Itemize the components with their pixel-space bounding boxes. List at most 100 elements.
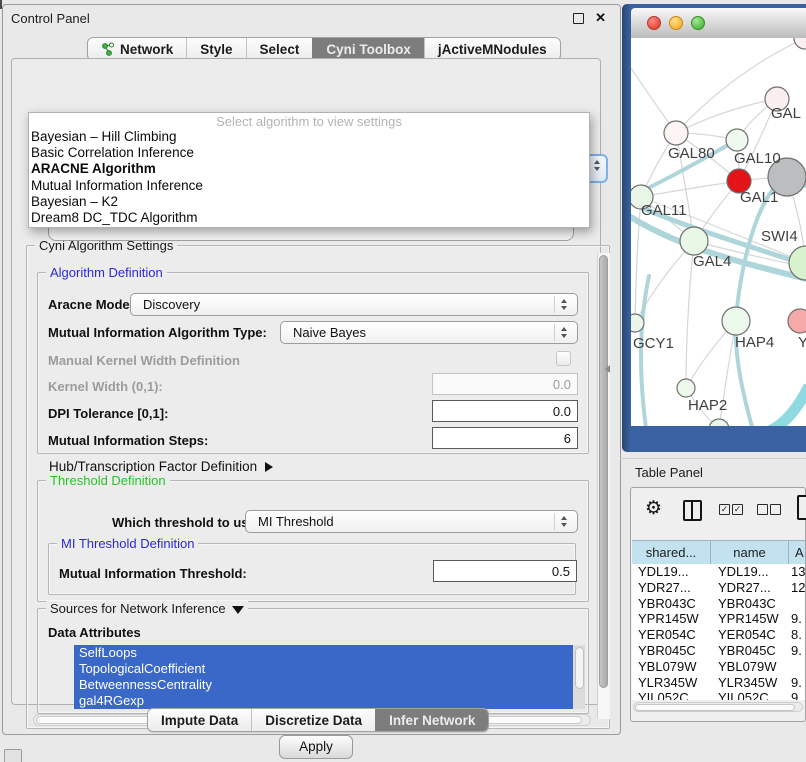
cell-value: 9	[791, 690, 805, 700]
minimized-panel-icon[interactable]	[4, 749, 22, 762]
dpi-tolerance-field[interactable]: 0.0	[432, 400, 578, 422]
scrollbar-thumb[interactable]	[599, 255, 608, 688]
node-gal80[interactable]	[664, 121, 688, 145]
checked-checkbox-icon[interactable]: ✓	[732, 504, 743, 515]
control-panel-window: Control Panel ✕ Network Style Select Cyn…	[2, 4, 621, 735]
table-row[interactable]: YIL052C YIL052C 9	[632, 690, 805, 700]
tab-impute-data[interactable]: Impute Data	[148, 709, 251, 731]
import-table-icon[interactable]	[797, 495, 806, 520]
network-window-titlebar[interactable]	[631, 8, 806, 39]
algorithm-option[interactable]: Bayesian – K2	[29, 194, 589, 210]
node-clipped-bottom[interactable]	[709, 419, 729, 426]
mi-type-value: Naive Bayes	[293, 325, 366, 340]
attribute-item[interactable]: gal4RGexp	[74, 693, 573, 709]
attribute-item[interactable]: SelfLoops	[74, 645, 573, 661]
network-view-window: GAL GAL80 GAL10 GAL1 GAL11 GAL4 SWI4 GCY…	[622, 4, 806, 452]
which-threshold-label: Which threshold to use:	[112, 515, 260, 530]
checked-checkbox-icon[interactable]: ✓	[719, 504, 730, 515]
attribute-item[interactable]: BetweennessCentrality	[74, 677, 573, 693]
node-label: Y	[798, 334, 806, 351]
node-hap2[interactable]	[677, 379, 695, 397]
tab-network[interactable]: Network	[88, 38, 186, 60]
mi-type-combo[interactable]: Naive Bayes	[280, 321, 578, 344]
apply-button[interactable]: Apply	[279, 735, 353, 759]
cell-name: YDR27...	[718, 580, 788, 596]
tab-style-label: Style	[200, 42, 232, 57]
manual-kernel-checkbox[interactable]	[556, 351, 571, 366]
cell-shared-name: YER054C	[638, 627, 708, 643]
cyni-toolbox-panel: Select algorithm to view settings Bayesi…	[11, 58, 601, 705]
sources-title[interactable]: Sources for Network Inference	[46, 601, 248, 616]
scrollbar-thumb[interactable]	[635, 704, 795, 711]
zoom-traffic-light[interactable]	[691, 16, 705, 30]
settings-vertical-scrollbar[interactable]	[597, 253, 610, 719]
algorithm-option[interactable]: Mutual Information Inference	[29, 178, 589, 194]
tab-jactivemnodules-label: jActiveMNodules	[438, 42, 547, 57]
tab-cyni-toolbox[interactable]: Cyni Toolbox	[312, 38, 424, 60]
close-window-icon[interactable]: ✕	[595, 10, 606, 26]
algorithm-option-selected[interactable]: ARACNE Algorithm	[29, 161, 589, 177]
node-gal4[interactable]	[680, 227, 708, 255]
table-row[interactable]: YBR045C YBR045C 9.	[632, 643, 805, 659]
table-row[interactable]: YBL079W YBL079W	[632, 659, 805, 675]
table-row[interactable]: YDR27... YDR27... 12	[632, 580, 805, 596]
gear-icon[interactable]: ⚙	[645, 497, 662, 520]
close-traffic-light[interactable]	[647, 16, 661, 30]
column-header-shared-name[interactable]: shared...	[632, 541, 711, 564]
table-row[interactable]: YDL19... YDL19... 13	[632, 564, 805, 580]
mi-threshold-group: MI Threshold Definition Mutual Informati…	[48, 543, 576, 595]
tab-jactivemnodules[interactable]: jActiveMNodules	[424, 38, 560, 60]
node-gal10[interactable]	[726, 129, 748, 151]
hub-definition-toggle[interactable]: Hub/Transcription Factor Definition	[49, 459, 273, 474]
mi-threshold-field[interactable]: 0.5	[433, 560, 577, 582]
cyni-bottom-tabs: Impute Data Discretize Data Infer Networ…	[147, 708, 489, 732]
cyni-algorithm-settings-group: Cyni Algorithm Settings Algorithm Defini…	[26, 245, 610, 729]
tab-select[interactable]: Select	[246, 38, 313, 60]
list-scrollbar[interactable]	[573, 645, 585, 709]
unchecked-checkbox-icon[interactable]	[770, 504, 781, 515]
float-window-icon[interactable]	[573, 13, 584, 24]
tab-infer-network[interactable]: Infer Network	[375, 709, 488, 731]
table-row[interactable]: YPR145W YPR145W 9.	[632, 611, 805, 627]
column-header-clipped[interactable]: A	[789, 541, 805, 564]
kernel-width-field[interactable]: 0.0	[432, 373, 578, 395]
minimize-traffic-light[interactable]	[669, 16, 683, 30]
node-label: GAL11	[641, 202, 687, 219]
algorithm-dropdown-popup: Select algorithm to view settings Bayesi…	[28, 112, 590, 228]
cell-value: 9.	[791, 643, 805, 659]
table-panel-title: Table Panel	[635, 465, 703, 480]
which-threshold-combo[interactable]: MI Threshold	[245, 510, 578, 533]
cell-value: 8.	[791, 627, 805, 643]
tab-discretize-data[interactable]: Discretize Data	[251, 709, 375, 731]
node-pink-y[interactable]	[788, 309, 806, 333]
algorithm-option[interactable]: Bayesian – Hill Climbing	[29, 129, 589, 145]
table-row[interactable]: YER054C YER054C 8.	[632, 627, 805, 643]
cell-value: 13	[791, 564, 805, 580]
column-header-name[interactable]: name	[711, 541, 789, 564]
cell-shared-name: YBL079W	[638, 659, 708, 675]
cell-shared-name: YIL052C	[638, 690, 708, 700]
aracne-mode-combo[interactable]: Discovery	[130, 293, 578, 316]
tab-cyni-toolbox-label: Cyni Toolbox	[326, 42, 411, 57]
table-horizontal-scrollbar[interactable]	[633, 702, 803, 712]
attribute-item[interactable]: TopologicalCoefficient	[74, 661, 573, 677]
node-hap4[interactable]	[722, 307, 750, 335]
splitter-collapse-arrow[interactable]	[605, 365, 610, 373]
mi-threshold-label: Mutual Information Threshold:	[59, 566, 247, 581]
table-row[interactable]: YLR345W YLR345W 9.	[632, 675, 805, 691]
network-thick-edge	[767, 386, 806, 426]
network-canvas[interactable]: GAL GAL80 GAL10 GAL1 GAL11 GAL4 SWI4 GCY…	[631, 38, 806, 426]
node-gcy1[interactable]	[631, 314, 644, 332]
tab-style[interactable]: Style	[186, 38, 245, 60]
algorithm-option[interactable]: Basic Correlation Inference	[29, 145, 589, 161]
cell-value: 9.	[791, 675, 805, 691]
cell-value: 9.	[791, 611, 805, 627]
node-clipped-top[interactable]	[794, 38, 806, 49]
table-row[interactable]: YBR043C YBR043C	[632, 596, 805, 612]
algorithm-option[interactable]: Dream8 DC_TDC Algorithm	[29, 210, 589, 226]
aracne-mode-label: Aracne Mode:	[48, 297, 134, 312]
columns-icon[interactable]	[683, 500, 702, 521]
mi-steps-field[interactable]: 6	[432, 427, 578, 449]
cell-name: YDL19...	[718, 564, 788, 580]
unchecked-checkbox-icon[interactable]	[757, 504, 768, 515]
